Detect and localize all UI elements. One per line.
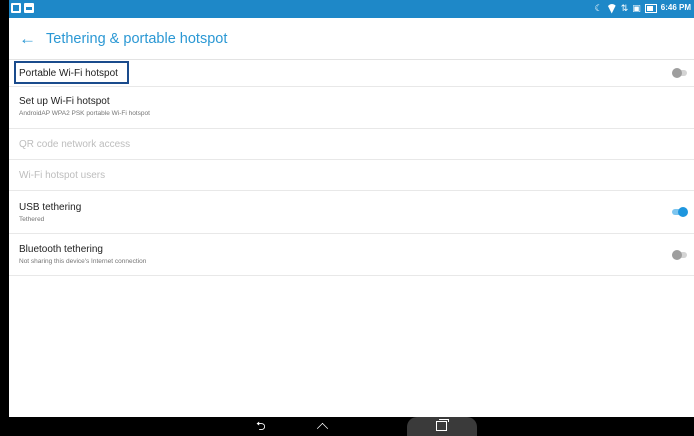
setting-summary: AndroidAP WPA2 PSK portable Wi-Fi hotspo… bbox=[19, 110, 150, 117]
setting-label: Set up Wi-Fi hotspot bbox=[19, 96, 110, 107]
image-icon bbox=[24, 3, 34, 13]
setting-label: USB tethering bbox=[19, 202, 82, 213]
page-title: Tethering & portable hotspot bbox=[46, 30, 228, 47]
data-transfer-icon: ⇅ bbox=[620, 3, 629, 13]
portable-wifi-hotspot-toggle[interactable] bbox=[672, 68, 688, 78]
recents-button[interactable] bbox=[407, 417, 477, 436]
setting-summary: Tethered bbox=[19, 216, 45, 223]
moon-icon: ☾ bbox=[594, 3, 603, 13]
bluetooth-tethering-toggle[interactable] bbox=[672, 250, 688, 260]
toggle-thumb bbox=[672, 68, 682, 78]
home-icon[interactable] bbox=[316, 420, 329, 432]
battery-charging-icon bbox=[644, 3, 657, 13]
setting-qr-code-network-access: QR code network access bbox=[9, 129, 694, 160]
wifi-icon bbox=[607, 4, 617, 13]
setting-label: Portable Wi-Fi hotspot bbox=[19, 68, 118, 79]
status-left-icons bbox=[11, 3, 34, 13]
setting-setup-wifi-hotspot[interactable]: Set up Wi-Fi hotspot AndroidAP WPA2 PSK … bbox=[9, 87, 694, 129]
setting-summary: Not sharing this device's Internet conne… bbox=[19, 258, 147, 265]
usb-icon bbox=[11, 3, 21, 13]
setting-portable-wifi-hotspot[interactable]: Portable Wi-Fi hotspot bbox=[9, 60, 694, 87]
setting-wifi-hotspot-users: Wi-Fi hotspot users bbox=[9, 160, 694, 191]
status-time: 6:46 PM bbox=[660, 3, 691, 12]
usb-tethering-toggle[interactable] bbox=[672, 207, 688, 217]
status-right-icons: ☾ ⇅ ▣ 6:46 PM bbox=[595, 3, 691, 13]
arrow-left-icon[interactable]: ← bbox=[19, 30, 41, 47]
status-bar: ☾ ⇅ ▣ 6:46 PM bbox=[9, 0, 694, 18]
toggle-thumb bbox=[678, 207, 688, 217]
toggle-thumb bbox=[672, 250, 682, 260]
toolbar: ← Tethering & portable hotspot bbox=[9, 18, 694, 60]
navigation-bar: ⮌ bbox=[0, 417, 694, 436]
settings-list: Portable Wi-Fi hotspot Set up Wi-Fi hots… bbox=[9, 60, 694, 276]
setting-bluetooth-tethering[interactable]: Bluetooth tethering Not sharing this dev… bbox=[9, 234, 694, 276]
setting-usb-tethering[interactable]: USB tethering Tethered bbox=[9, 191, 694, 234]
setting-label: QR code network access bbox=[19, 139, 131, 150]
back-icon[interactable]: ⮌ bbox=[256, 420, 266, 432]
setting-label: Wi-Fi hotspot users bbox=[19, 170, 106, 181]
setting-label: Bluetooth tethering bbox=[19, 244, 103, 255]
device-frame bbox=[0, 0, 9, 436]
sd-card-icon: ▣ bbox=[632, 3, 641, 13]
recents-icon bbox=[436, 419, 449, 431]
